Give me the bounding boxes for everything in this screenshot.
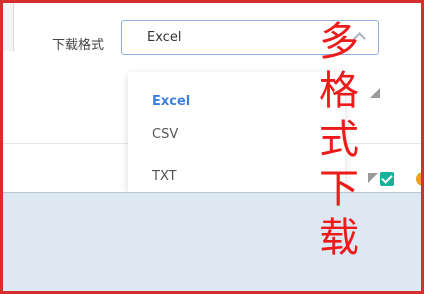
format-select-value: Excel — [147, 30, 182, 45]
format-dropdown-menu: Excel CSV TXT — [128, 72, 345, 192]
left-panel-edge — [3, 3, 14, 51]
option-excel[interactable]: Excel — [152, 94, 190, 109]
option-txt[interactable]: TXT — [152, 169, 177, 184]
scroll-down-arrow-icon[interactable] — [368, 173, 378, 183]
annotation-char: 多 — [319, 19, 359, 65]
download-format-label: 下载格式 — [52, 38, 105, 53]
annotation-char: 式 — [319, 117, 359, 163]
orange-status-icon — [416, 172, 424, 186]
checkbox-icon[interactable] — [380, 172, 394, 186]
annotation-char: 下 — [319, 166, 359, 212]
annotation-char: 格 — [319, 68, 359, 114]
scroll-up-arrow-icon[interactable] — [370, 88, 380, 98]
annotation-banner: 多 格 式 下 载 — [316, 18, 362, 263]
option-csv[interactable]: CSV — [152, 127, 178, 142]
annotation-char: 载 — [319, 215, 359, 261]
